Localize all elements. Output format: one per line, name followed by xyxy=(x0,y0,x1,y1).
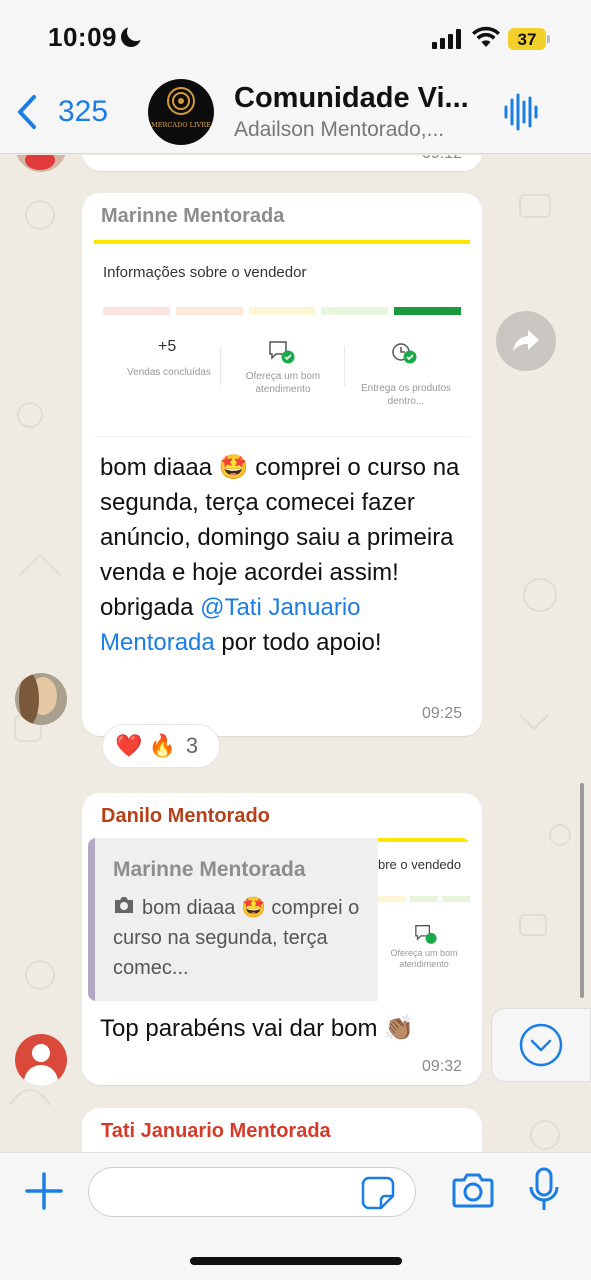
clock: 10:09 xyxy=(48,22,117,52)
message-time: 09:32 xyxy=(421,1058,462,1075)
reaction-count: 3 xyxy=(185,733,199,758)
sender-name[interactable]: Marinne Mentorada xyxy=(101,205,284,228)
group-logo-icon: MERCADO LIVRE xyxy=(151,87,211,129)
microphone-icon[interactable] xyxy=(528,1167,560,1213)
wifi-icon xyxy=(472,26,500,47)
battery-icon: 37 xyxy=(508,28,550,50)
quoted-thumbnail: bre o vendedo Ofereça um bom atendimento xyxy=(378,838,470,1001)
message-list[interactable]: 09:12 Marinne Mentorada Informações sobr… xyxy=(0,155,591,1152)
delivery-label: Entrega os produtos dentro... xyxy=(360,383,452,407)
sticker-icon[interactable] xyxy=(361,1176,395,1210)
message-time: 09:25 xyxy=(421,705,462,722)
message-bubble[interactable]: Tati Januario Mentorada xyxy=(82,1108,482,1152)
service-label: Ofereça um bom atendimento xyxy=(245,371,321,395)
avatar[interactable] xyxy=(15,1034,67,1086)
unread-count: 325 xyxy=(58,95,109,128)
scroll-to-bottom-button[interactable] xyxy=(491,1008,591,1082)
message-image[interactable]: Informações sobre o vendedor +5 Vendas c… xyxy=(94,240,470,437)
reactions[interactable]: ❤️ 🔥 3 xyxy=(102,724,220,768)
battery-level: 37 xyxy=(517,30,537,49)
message-bubble[interactable]: Marinne Mentorada Informações sobre o ve… xyxy=(82,193,482,736)
do-not-disturb-icon xyxy=(121,23,145,47)
chat-header: 325 MERCADO LIVRE Comunidade Vi... Adail… xyxy=(0,70,591,154)
avatar[interactable] xyxy=(15,673,67,725)
sender-name[interactable]: Danilo Mentorado xyxy=(101,805,270,828)
sales-label: Vendas concluídas xyxy=(127,367,211,378)
sender-name[interactable]: Tati Januario Mentorada xyxy=(101,1120,331,1143)
message-text: bom diaaa 🤩 comprei o curso na segunda, … xyxy=(100,450,472,660)
chevron-left-icon xyxy=(18,95,36,129)
voice-chat-icon[interactable] xyxy=(503,92,539,132)
scrollbar[interactable] xyxy=(580,783,584,998)
chat-check-icon xyxy=(415,925,437,944)
svg-text:MERCADO LIVRE: MERCADO LIVRE xyxy=(151,121,211,129)
home-indicator[interactable] xyxy=(190,1257,402,1265)
message-text-part: por todo apoio! xyxy=(214,629,382,656)
quoted-sender: Marinne Mentorada xyxy=(113,858,306,881)
sales-count: +5 xyxy=(158,338,177,355)
message-time: 09:12 xyxy=(422,155,462,163)
forward-button[interactable] xyxy=(496,311,556,371)
group-avatar[interactable]: MERCADO LIVRE xyxy=(148,79,214,145)
thumb-label: Ofereça um bom atendimento xyxy=(390,948,458,969)
back-button[interactable]: 325 xyxy=(16,94,108,130)
quoted-message[interactable]: Marinne Mentorada bom diaaa 🤩 comprei o … xyxy=(88,838,470,1001)
reaction-emojis: ❤️ 🔥 xyxy=(115,733,176,758)
chevron-down-circle-icon xyxy=(519,1023,563,1067)
clock-check-icon xyxy=(392,343,417,364)
share-arrow-icon xyxy=(513,330,539,352)
message-input[interactable] xyxy=(88,1167,416,1217)
cellular-signal-icon xyxy=(432,29,462,49)
message-text: Top parabéns vai dar bom 👏🏽 xyxy=(100,1015,415,1042)
reputation-bar xyxy=(103,307,461,315)
quoted-text: bom diaaa 🤩 comprei o curso na segunda, … xyxy=(113,897,360,979)
message-bubble[interactable]: 09:12 xyxy=(82,155,482,171)
camera-icon[interactable] xyxy=(452,1171,494,1209)
thumb-title: bre o vendedo xyxy=(378,857,462,872)
message-composer xyxy=(0,1152,591,1280)
status-bar: 10:09 37 xyxy=(0,0,591,70)
plus-icon[interactable] xyxy=(24,1171,64,1211)
chat-check-icon xyxy=(269,341,295,364)
group-participants[interactable]: Adailson Mentorado,... xyxy=(234,118,474,142)
group-title[interactable]: Comunidade Vi... xyxy=(234,82,479,115)
image-card-title: Informações sobre o vendedor xyxy=(103,264,307,281)
